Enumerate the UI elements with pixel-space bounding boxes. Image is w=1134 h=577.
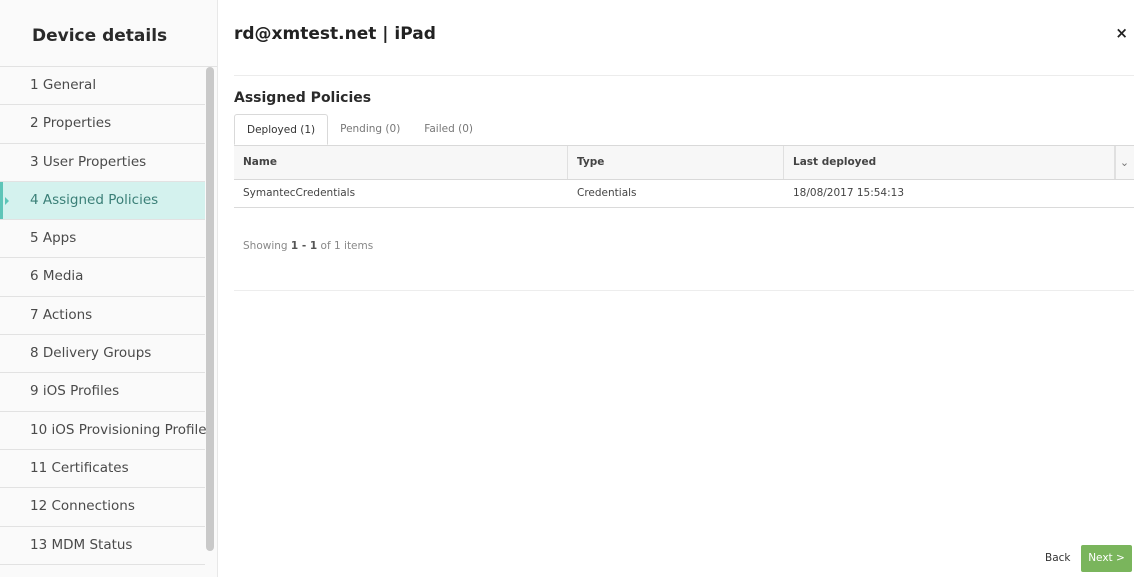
sidebar-item-label: 12 Connections — [30, 498, 135, 515]
sidebar-item-ios-profiles[interactable]: 9 iOS Profiles — [0, 373, 205, 412]
sidebar-item-connections[interactable]: 12 Connections — [0, 488, 205, 527]
chevron-down-icon[interactable]: ⌄ — [1114, 146, 1134, 179]
sidebar-item-label: 8 Delivery Groups — [30, 345, 152, 362]
table-row[interactable]: SymantecCredentials Credentials 18/08/20… — [234, 180, 1134, 208]
sidebar-item-mdm-status[interactable]: 13 MDM Status — [0, 527, 205, 565]
sidebar-item-label: 7 Actions — [30, 306, 93, 323]
sidebar-item-label: 5 Apps — [30, 230, 77, 247]
tab-deployed[interactable]: Deployed (1) — [234, 114, 329, 145]
sidebar-item-label: 9 iOS Profiles — [30, 383, 120, 400]
policies-table: Name Type Last deployed ⌄ SymantecCreden… — [234, 145, 1134, 291]
tab-failed[interactable]: Failed (0) — [412, 114, 485, 145]
sidebar-item-label: 13 MDM Status — [30, 536, 133, 553]
table-header: Name Type Last deployed ⌄ — [234, 145, 1134, 180]
back-button[interactable]: Back — [1035, 545, 1081, 572]
cell-name: SymantecCredentials — [243, 187, 356, 199]
page-title: rd@xmtest.net | iPad — [234, 24, 436, 44]
sidebar-item-label: 2 Properties — [30, 115, 112, 132]
pager-range: 1 - 1 — [290, 240, 318, 252]
sidebar-item-assigned-policies[interactable]: 4 Assigned Policies — [0, 181, 205, 221]
sidebar-item-label: 6 Media — [30, 268, 84, 285]
sidebar-title: Device details — [0, 0, 217, 67]
sidebar-item-properties[interactable]: 2 Properties — [0, 105, 205, 144]
column-header-name[interactable]: Name — [234, 146, 568, 179]
column-header-type[interactable]: Type — [568, 146, 784, 179]
pager-suffix: of 1 items — [320, 240, 374, 252]
sidebar-item-label: 4 Assigned Policies — [30, 191, 159, 208]
tab-pending[interactable]: Pending (0) — [328, 114, 412, 145]
sidebar-item-label: 10 iOS Provisioning Profiles — [30, 421, 214, 438]
close-icon[interactable]: × — [1115, 24, 1128, 42]
column-header-last-deployed[interactable]: Last deployed — [784, 146, 1116, 179]
cell-last-deployed: 18/08/2017 15:54:13 — [793, 187, 905, 199]
sidebar-item-apps[interactable]: 5 Apps — [0, 220, 205, 259]
sidebar-nav: 1 General 2 Properties 3 User Properties… — [0, 67, 217, 565]
sidebar-item-ios-provisioning-profiles[interactable]: 10 iOS Provisioning Profiles — [0, 412, 214, 450]
sidebar-item-certificates[interactable]: 11 Certificates — [0, 450, 205, 489]
sidebar-item-actions[interactable]: 7 Actions — [0, 297, 205, 336]
sidebar-scrollbar[interactable] — [206, 67, 214, 551]
cell-type: Credentials — [577, 187, 637, 199]
pager-prefix: Showing — [243, 240, 288, 252]
header-divider — [234, 75, 1134, 76]
caret-right-icon — [5, 196, 9, 205]
policy-tabs: Deployed (1) Pending (0) Failed (0) — [234, 114, 485, 145]
sidebar-item-label: 1 General — [30, 77, 97, 93]
sidebar-item-general[interactable]: 1 General — [0, 67, 205, 106]
section-title: Assigned Policies — [234, 90, 372, 106]
sidebar-item-user-properties[interactable]: 3 User Properties — [0, 144, 205, 182]
sidebar-item-media[interactable]: 6 Media — [0, 258, 205, 297]
main-panel: rd@xmtest.net | iPad × Assigned Policies… — [218, 0, 1134, 577]
sidebar: Device details 1 General 2 Properties 3 … — [0, 0, 218, 577]
sidebar-item-delivery-groups[interactable]: 8 Delivery Groups — [0, 335, 205, 374]
pager: Showing 1 - 1 of 1 items — [234, 208, 1134, 291]
next-button[interactable]: Next > — [1081, 545, 1132, 572]
sidebar-item-label: 3 User Properties — [30, 153, 147, 170]
sidebar-item-label: 11 Certificates — [30, 459, 129, 476]
pager-summary: Showing 1 - 1 of 1 items — [243, 240, 373, 252]
